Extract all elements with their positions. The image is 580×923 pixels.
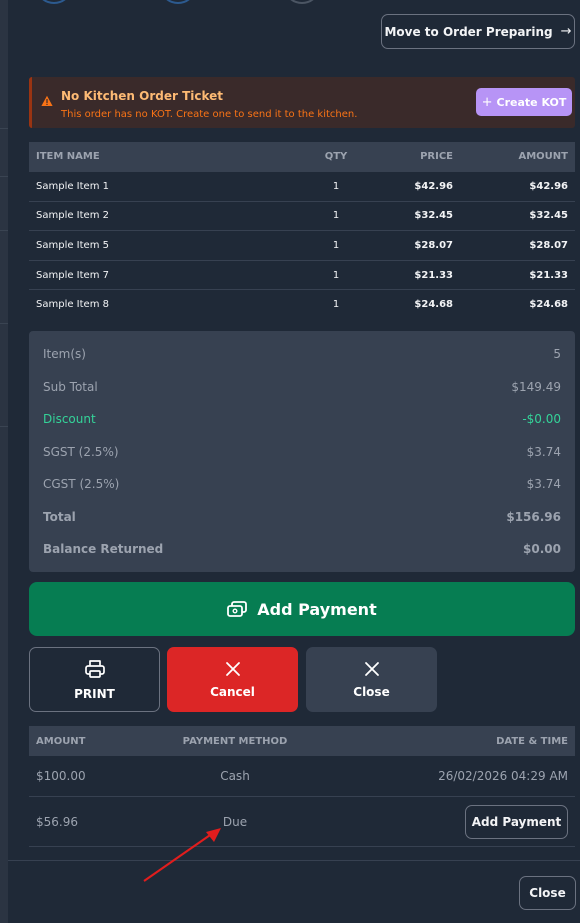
close-label: Close [353,684,390,699]
payment-method: Due [222,814,248,829]
summary-value: $3.74 [526,444,561,459]
add-payment-label: Add Payment [257,599,377,619]
item-qty: 1 [332,269,340,281]
payment-amount: $100.00 [36,769,86,783]
col-header-payment-method: PAYMENT METHOD [182,735,288,747]
item-price: $42.96 [414,180,453,192]
item-name: Sample Item 2 [36,210,109,222]
close-dialog-button[interactable]: Close [519,876,576,910]
summary-label: Item(s) [43,347,86,362]
summary-value: $3.74 [526,477,561,492]
item-qty: 1 [332,180,340,192]
close-order-button[interactable]: Close [306,647,437,712]
create-kot-label: Create KOT [496,95,567,109]
summary-label: Balance Returned [43,542,164,557]
summary-items-row: Item(s) 5 [29,338,575,371]
x-icon [225,661,240,676]
summary-subtotal-row: Sub Total $149.49 [29,371,575,404]
items-table-header: ITEM NAME QTY PRICE AMOUNT [29,142,575,171]
item-name: Sample Item 5 [36,239,109,251]
item-qty: 1 [332,239,340,251]
item-price: $32.45 [414,210,453,222]
item-price: $24.68 [414,299,453,311]
summary-cgst-row: CGST (2.5%) $3.74 [29,468,575,501]
item-name: Sample Item 8 [36,299,109,311]
summary-value: $149.49 [511,379,561,394]
arrow-right-icon: → [560,24,572,39]
item-amount: $21.33 [529,269,568,281]
warning-triangle-icon [41,95,53,106]
print-label: PRINT [74,686,115,701]
summary-label: Discount [43,412,96,427]
payment-date: 26/02/2026 04:29 AM [438,769,568,783]
alert-message: This order has no KOT. Create one to sen… [61,109,358,120]
summary-value: -$0.00 [522,412,561,427]
order-details-panel: Move to Order Preparing → No Kitchen Ord… [8,0,580,923]
item-name: Sample Item 7 [36,269,109,281]
move-button-label: Move to Order Preparing [384,24,553,39]
add-payment-button[interactable]: Add Payment [29,582,575,636]
summary-label: Total [43,509,76,524]
payments-table: AMOUNT PAYMENT METHOD DATE & TIME $100.0… [29,726,575,847]
printer-icon [84,659,105,678]
create-kot-button[interactable]: + Create KOT [476,88,572,116]
table-row: Sample Item 7 1 $21.33 $21.33 [29,259,575,290]
footer-divider [8,860,580,861]
col-header-amount: AMOUNT [36,735,86,747]
status-step-indicator [162,0,194,4]
alert-title: No Kitchen Order Ticket [61,89,224,103]
print-button[interactable]: PRINT [29,647,160,712]
summary-discount-row: Discount -$0.00 [29,403,575,436]
item-qty: 1 [332,210,340,222]
table-row: Sample Item 2 1 $32.45 $32.45 [29,200,575,231]
table-row: $100.00 Cash 26/02/2026 04:29 AM [29,756,575,797]
table-row: Sample Item 1 1 $42.96 $42.96 [29,171,575,201]
col-header-item-name: ITEM NAME [36,151,100,162]
summary-label: SGST (2.5%) [43,444,119,459]
item-price: $28.07 [414,239,453,251]
summary-value: 5 [553,347,561,362]
summary-sgst-row: SGST (2.5%) $3.74 [29,436,575,469]
no-kot-alert: No Kitchen Order Ticket This order has n… [29,77,575,128]
payments-table-header: AMOUNT PAYMENT METHOD DATE & TIME [29,726,575,756]
item-qty: 1 [332,299,340,311]
table-row: Sample Item 8 1 $24.68 $24.68 [29,289,575,319]
x-icon [364,661,379,676]
plus-icon: + [481,94,493,110]
table-row: $56.96 Due Add Payment [29,797,575,847]
payment-method: Cash [220,769,250,783]
order-items-table: ITEM NAME QTY PRICE AMOUNT Sample Item 1… [29,142,575,319]
summary-label: Sub Total [43,379,98,394]
item-amount: $42.96 [529,180,568,192]
col-header-price: PRICE [420,151,453,162]
item-amount: $32.45 [529,210,568,222]
col-header-qty: QTY [324,151,348,162]
item-name: Sample Item 1 [36,180,109,192]
cancel-order-button[interactable]: Cancel [167,647,298,712]
status-step-indicator [286,0,318,4]
item-amount: $28.07 [529,239,568,251]
move-to-order-preparing-button[interactable]: Move to Order Preparing → [381,14,575,49]
backdrop-strip [0,0,8,923]
summary-value: $156.96 [506,509,561,524]
payment-amount: $56.96 [36,814,78,829]
summary-balance-row: Balance Returned $0.00 [29,533,575,566]
table-row: Sample Item 5 1 $28.07 $28.07 [29,230,575,260]
col-header-date-time: DATE & TIME [496,735,568,747]
summary-value: $0.00 [523,542,561,557]
status-step-indicator [38,0,70,4]
col-header-amount: AMOUNT [518,151,568,162]
row-add-payment-button[interactable]: Add Payment [465,804,568,839]
summary-total-row: Total $156.96 [29,501,575,534]
cancel-label: Cancel [210,684,255,699]
payment-cards-icon [227,601,248,617]
item-price: $21.33 [414,269,453,281]
item-amount: $24.68 [529,299,568,311]
order-summary: Item(s) 5 Sub Total $149.49 Discount -$0… [29,331,575,572]
summary-label: CGST (2.5%) [43,477,120,492]
